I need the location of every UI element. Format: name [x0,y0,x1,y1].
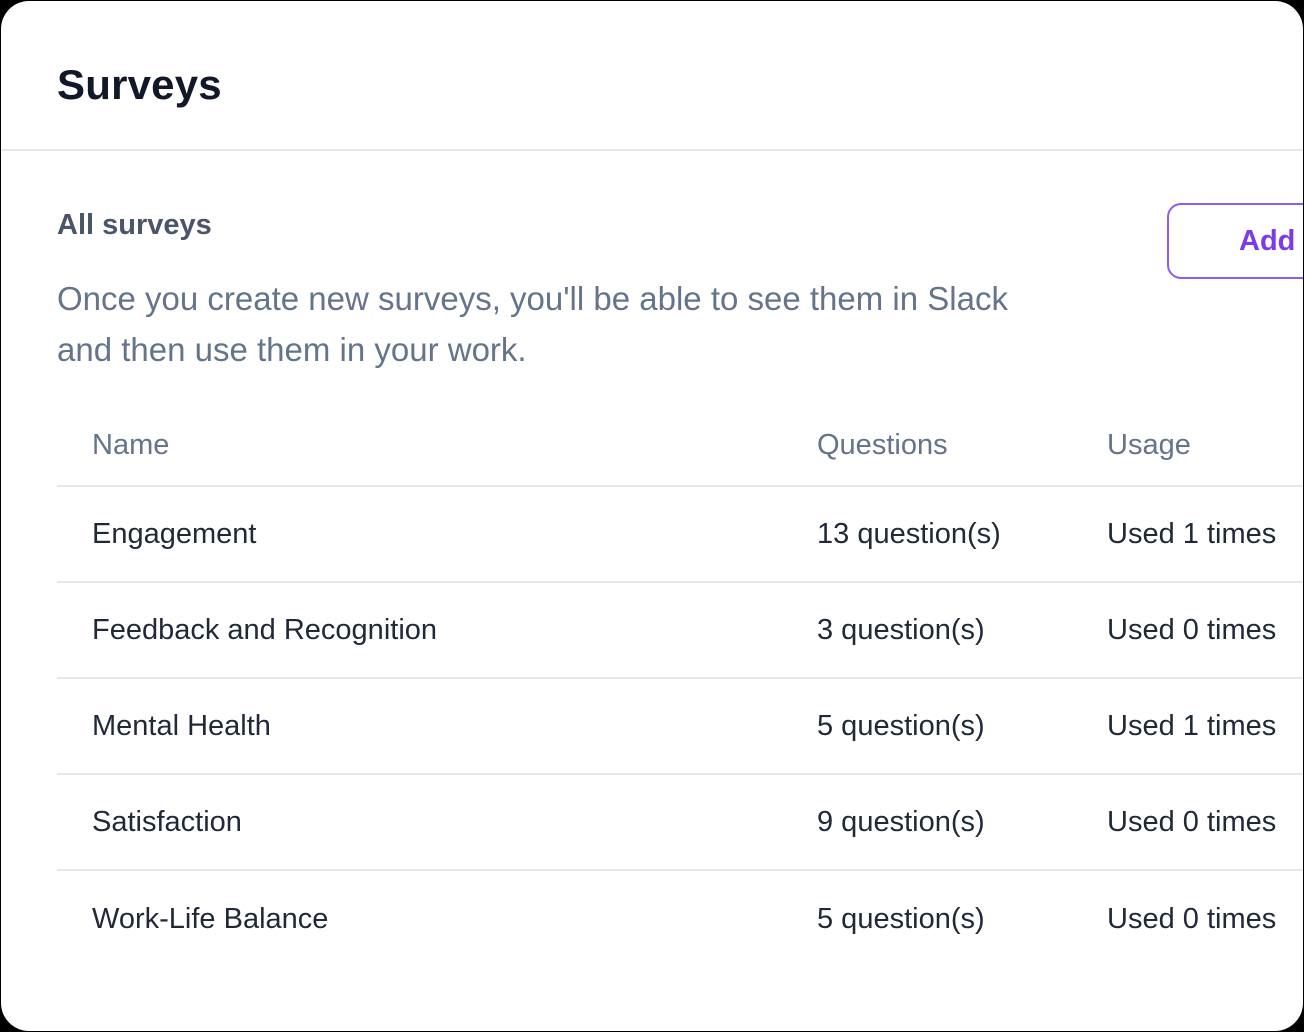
survey-name: Satisfaction [92,805,242,838]
surveys-window: Surveys All surveys Once you create new … [1,1,1303,1031]
surveys-table: Name Questions Usage Engagement 13 quest… [57,405,1303,967]
survey-name: Work-Life Balance [92,902,329,935]
page-title: Surveys [57,61,222,108]
add-survey-button[interactable]: Add [1167,203,1303,279]
survey-question-count: 9 question(s) [817,805,985,838]
survey-name: Feedback and Recognition [92,613,438,646]
survey-name: Mental Health [92,709,271,742]
survey-usage: Used 0 times [1107,805,1277,838]
survey-usage: Used 0 times [1107,613,1277,646]
section-title: All surveys [57,209,212,241]
survey-usage: Used 1 times [1107,517,1277,550]
table-row[interactable]: Engagement 13 question(s) Used 1 times [57,487,1303,583]
survey-usage: Used 0 times [1107,902,1277,935]
table-row[interactable]: Mental Health 5 question(s) Used 1 times [57,679,1303,775]
section-description: Once you create new surveys, you'll be a… [57,280,1008,368]
survey-usage: Used 1 times [1107,709,1277,742]
table-row[interactable]: Satisfaction 9 question(s) Used 0 times [57,775,1303,871]
table-row[interactable]: Feedback and Recognition 3 question(s) U… [57,583,1303,679]
column-header-usage[interactable]: Usage [1107,405,1191,485]
table-header-row: Name Questions Usage [57,405,1303,487]
survey-question-count: 5 question(s) [817,709,985,742]
column-header-questions[interactable]: Questions [817,405,948,485]
survey-question-count: 5 question(s) [817,902,985,935]
table-row[interactable]: Work-Life Balance 5 question(s) Used 0 t… [57,871,1303,967]
survey-question-count: 13 question(s) [817,517,1001,550]
page-header: Surveys [1,1,1303,151]
survey-question-count: 3 question(s) [817,613,985,646]
survey-name: Engagement [92,517,257,550]
column-header-name[interactable]: Name [92,405,169,485]
